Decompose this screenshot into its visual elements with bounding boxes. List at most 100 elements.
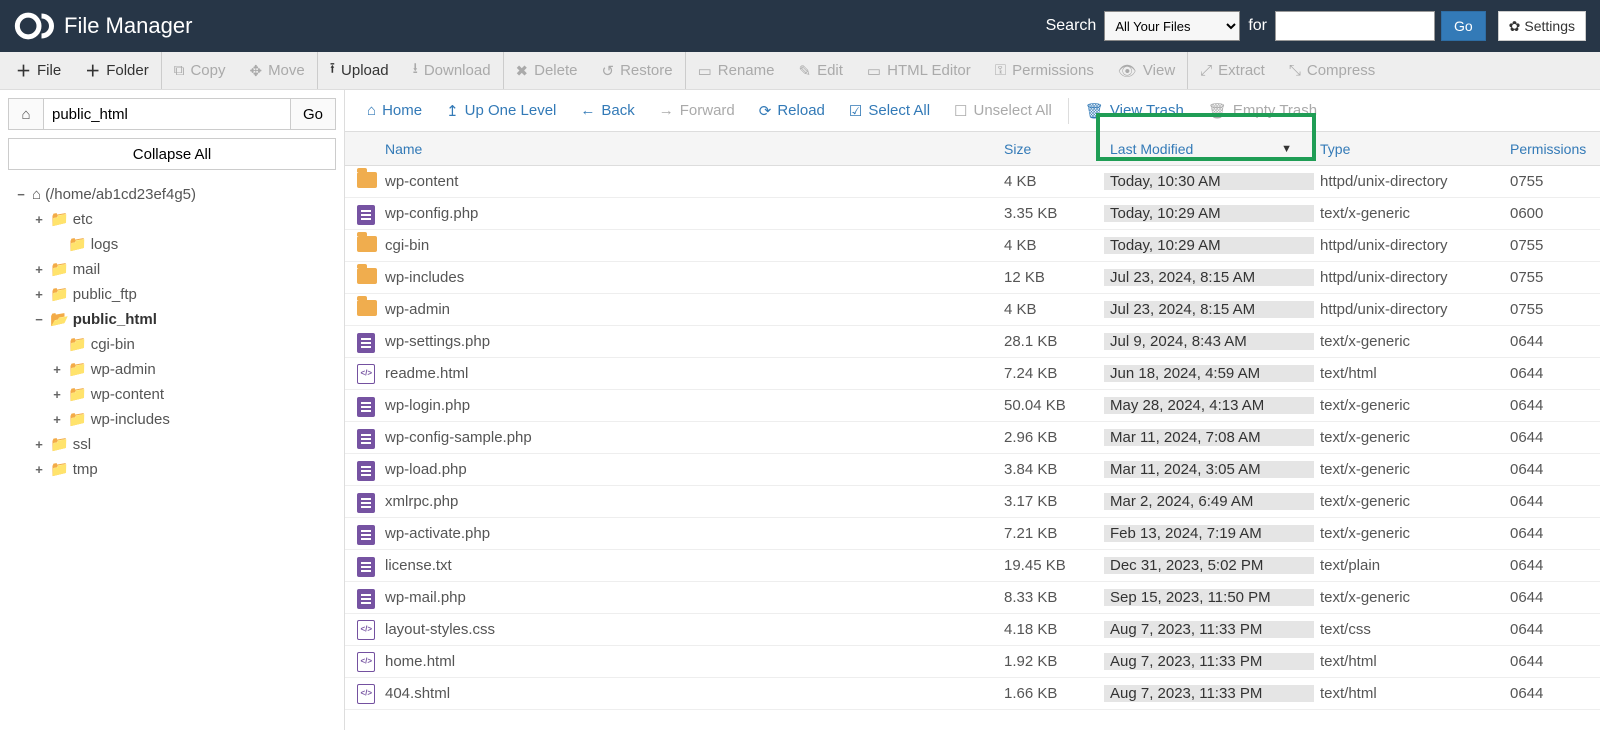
cell-name: wp-admin — [385, 301, 998, 318]
cell-type: text/x-generic — [1314, 493, 1504, 510]
move-button[interactable]: ✥Move — [237, 52, 317, 89]
file-row[interactable]: readme.html7.24 KBJun 18, 2024, 4:59 AMt… — [345, 358, 1600, 390]
cell-name: license.txt — [385, 557, 998, 574]
copy-button[interactable]: ⧉Copy — [162, 52, 238, 89]
file-row[interactable]: xmlrpc.php3.17 KBMar 2, 2024, 6:49 AMtex… — [345, 486, 1600, 518]
search-scope-select[interactable]: All Your Files — [1104, 11, 1240, 41]
file-row[interactable]: wp-config-sample.php2.96 KBMar 11, 2024,… — [345, 422, 1600, 454]
nav-unselect-all-button[interactable]: ☐Unselect All — [942, 90, 1064, 131]
file-row[interactable]: wp-config.php3.35 KBToday, 10:29 AMtext/… — [345, 198, 1600, 230]
compress-button[interactable]: ⤡Compress — [1277, 52, 1387, 89]
file-row[interactable]: wp-load.php3.84 KBMar 11, 2024, 3:05 AMt… — [345, 454, 1600, 486]
tree-item-mail[interactable]: +📁mail — [14, 257, 338, 282]
cell-size: 50.04 KB — [998, 397, 1104, 414]
cell-mod: Sep 15, 2023, 11:50 PM — [1104, 589, 1314, 606]
search-label: Search — [1046, 17, 1097, 35]
nav-empty-trash-button[interactable]: 🗑Empty Trash — [1196, 90, 1329, 131]
search-go-button[interactable]: Go — [1441, 11, 1486, 41]
cell-mod: Aug 7, 2023, 11:33 PM — [1104, 653, 1314, 670]
nav-forward-button[interactable]: →Forward — [647, 90, 747, 131]
tree-item-tmp[interactable]: +📁tmp — [14, 457, 338, 482]
move-icon: ✥ — [249, 62, 262, 80]
tree-item-ssl[interactable]: +📁ssl — [14, 432, 338, 457]
cell-perm: 0644 — [1504, 429, 1600, 446]
file-row[interactable]: 404.shtml1.66 KBAug 7, 2023, 11:33 PMtex… — [345, 678, 1600, 710]
delete-button[interactable]: ✖Delete — [504, 52, 590, 89]
tree-item-wp-admin[interactable]: +📁wp-admin — [14, 357, 338, 382]
cell-size: 19.45 KB — [998, 557, 1104, 574]
cell-size: 4.18 KB — [998, 621, 1104, 638]
cell-mod: Jul 9, 2024, 8:43 AM — [1104, 333, 1314, 350]
file-row[interactable]: layout-styles.css4.18 KBAug 7, 2023, 11:… — [345, 614, 1600, 646]
tree-root[interactable]: −⌂(/home/ab1cd23ef4g5) — [14, 182, 338, 207]
code-file-icon — [357, 652, 375, 672]
new-folder-button[interactable]: ＋Folder — [73, 52, 162, 89]
file-row[interactable]: wp-admin4 KBJul 23, 2024, 8:15 AMhttpd/u… — [345, 294, 1600, 326]
nav-reload-button[interactable]: ⟳Reload — [747, 90, 837, 131]
tree-item-etc[interactable]: +📁etc — [14, 207, 338, 232]
cell-perm: 0644 — [1504, 365, 1600, 382]
html-editor-button[interactable]: ▭HTML Editor — [855, 52, 983, 89]
cell-name: 404.shtml — [385, 685, 998, 702]
home-icon: ⌂ — [367, 102, 376, 119]
file-row[interactable]: home.html1.92 KBAug 7, 2023, 11:33 PMtex… — [345, 646, 1600, 678]
search-input[interactable] — [1275, 11, 1435, 41]
nav-home-button[interactable]: ⌂Home — [355, 90, 434, 131]
col-header-modified[interactable]: Last Modified▼ — [1104, 141, 1314, 157]
download-button[interactable]: ⭳Download — [401, 52, 504, 89]
nav-select-all-button[interactable]: ☑Select All — [837, 90, 942, 131]
file-row[interactable]: wp-mail.php8.33 KBSep 15, 2023, 11:50 PM… — [345, 582, 1600, 614]
cell-type: text/x-generic — [1314, 461, 1504, 478]
upload-button[interactable]: ⭱Upload — [318, 52, 401, 89]
gear-icon: ✿ — [1509, 18, 1521, 35]
file-row[interactable]: wp-content4 KBToday, 10:30 AMhttpd/unix-… — [345, 166, 1600, 198]
nav-back-button[interactable]: ←Back — [568, 90, 646, 131]
col-header-name[interactable]: Name — [385, 141, 998, 157]
up-icon: ↥ — [446, 102, 459, 120]
nav-up-button[interactable]: ↥Up One Level — [434, 90, 568, 131]
permissions-button[interactable]: ⚿Permissions — [983, 52, 1106, 89]
new-file-button[interactable]: ＋File — [4, 52, 73, 89]
tree-item-public-html[interactable]: −📂public_html — [14, 307, 338, 332]
collapse-all-button[interactable]: Collapse All — [8, 138, 336, 170]
home-path-button[interactable]: ⌂ — [8, 98, 44, 130]
cell-mod: Mar 2, 2024, 6:49 AM — [1104, 493, 1314, 510]
pencil-icon: ✎ — [798, 62, 811, 80]
cell-perm: 0644 — [1504, 653, 1600, 670]
col-header-type[interactable]: Type — [1314, 141, 1504, 157]
nav-view-trash-button[interactable]: 🗑View Trash — [1073, 90, 1196, 131]
file-row[interactable]: cgi-bin4 KBToday, 10:29 AMhttpd/unix-dir… — [345, 230, 1600, 262]
path-go-button[interactable]: Go — [291, 98, 336, 130]
tree-item-logs[interactable]: 📁logs — [14, 232, 338, 257]
rename-button[interactable]: ▭Rename — [686, 52, 787, 89]
col-header-permissions[interactable]: Permissions — [1504, 141, 1600, 157]
cell-name: cgi-bin — [385, 237, 998, 254]
extract-button[interactable]: ⤢Extract — [1188, 52, 1277, 89]
file-row[interactable]: wp-login.php50.04 KBMay 28, 2024, 4:13 A… — [345, 390, 1600, 422]
cell-perm: 0755 — [1504, 269, 1600, 286]
file-row[interactable]: license.txt19.45 KBDec 31, 2023, 5:02 PM… — [345, 550, 1600, 582]
file-row[interactable]: wp-settings.php28.1 KBJul 9, 2024, 8:43 … — [345, 326, 1600, 358]
edit-button[interactable]: ✎Edit — [786, 52, 854, 89]
file-row[interactable]: wp-includes12 KBJul 23, 2024, 8:15 AMhtt… — [345, 262, 1600, 294]
file-row[interactable]: wp-activate.php7.21 KBFeb 13, 2024, 7:19… — [345, 518, 1600, 550]
cell-name: home.html — [385, 653, 998, 670]
tree-item-cgi-bin[interactable]: 📁cgi-bin — [14, 332, 338, 357]
restore-button[interactable]: ↺Restore — [589, 52, 685, 89]
settings-button[interactable]: ✿ Settings — [1498, 11, 1586, 41]
forward-icon: → — [659, 102, 674, 119]
cell-type: httpd/unix-directory — [1314, 237, 1504, 254]
tree-item-wp-content[interactable]: +📁wp-content — [14, 382, 338, 407]
view-button[interactable]: 👁View — [1106, 52, 1188, 89]
folder-icon: 📁 — [50, 208, 69, 231]
cell-name: wp-mail.php — [385, 589, 998, 606]
settings-label: Settings — [1524, 18, 1575, 34]
cell-perm: 0755 — [1504, 301, 1600, 318]
folder-icon — [357, 268, 377, 284]
cell-name: xmlrpc.php — [385, 493, 998, 510]
path-input[interactable] — [44, 98, 291, 130]
trash-icon: 🗑 — [1208, 102, 1227, 120]
tree-item-public-ftp[interactable]: +📁public_ftp — [14, 282, 338, 307]
col-header-size[interactable]: Size — [998, 141, 1104, 157]
tree-item-wp-includes[interactable]: +📁wp-includes — [14, 407, 338, 432]
